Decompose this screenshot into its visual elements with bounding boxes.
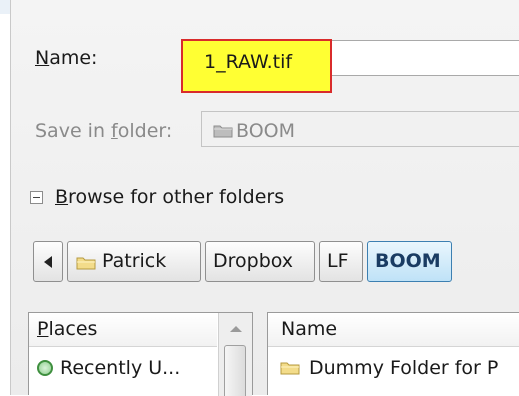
save-in-folder-value: BOOM [236,120,296,142]
browse-label-mnemonic: B [55,186,69,208]
places-scrollbar[interactable] [218,313,252,396]
places-item-label: Recently U... [60,357,181,379]
name-label-text: ame: [49,47,98,69]
breadcrumb-label: Patrick [102,250,167,272]
places-pane: Places Recently U... [28,312,253,396]
name-label-mnemonic: N [35,47,50,69]
folder-icon [213,125,233,138]
places-header-text: laces [48,318,98,340]
recent-icon [37,360,53,376]
save-in-folder-label: Save in folder: [35,120,172,142]
places-column-header[interactable]: Places [29,313,217,347]
name-label: Name: [35,47,97,69]
name-value[interactable]: 1_RAW.tif [204,51,292,73]
breadcrumb-boom[interactable]: BOOM [367,241,452,282]
folder-label-text-a: Save in [35,120,112,142]
breadcrumb-dropbox[interactable]: Dropbox [205,241,315,282]
files-pane: Name Dummy Folder for P [267,312,519,395]
breadcrumb-label: BOOM [375,250,441,272]
places-header-mnemonic: P [37,318,49,340]
breadcrumb-label: LF [327,250,349,272]
breadcrumb-patrick[interactable]: Patrick [67,241,201,282]
back-arrow-icon[interactable] [33,241,63,282]
breadcrumb-lf[interactable]: LF [319,241,363,282]
name-column-header[interactable]: Name [268,313,519,347]
scrollbar-thumb[interactable] [224,345,246,396]
browse-collapse-toggle[interactable] [30,191,43,204]
file-list-item[interactable]: Dummy Folder for P [280,357,498,379]
folder-icon [76,257,96,270]
file-item-label: Dummy Folder for P [309,357,499,379]
breadcrumb-label: Dropbox [213,250,294,272]
folder-icon [280,362,300,375]
places-item-recently-used[interactable]: Recently U... [37,357,180,379]
folder-label-text-b: older: [117,120,173,142]
browse-label-text: rowse for other folders [68,186,285,208]
folder-label-mnemonic: f [111,120,118,142]
browse-for-other-folders-label[interactable]: Browse for other folders [55,186,284,208]
scroll-up-icon[interactable] [230,326,242,332]
